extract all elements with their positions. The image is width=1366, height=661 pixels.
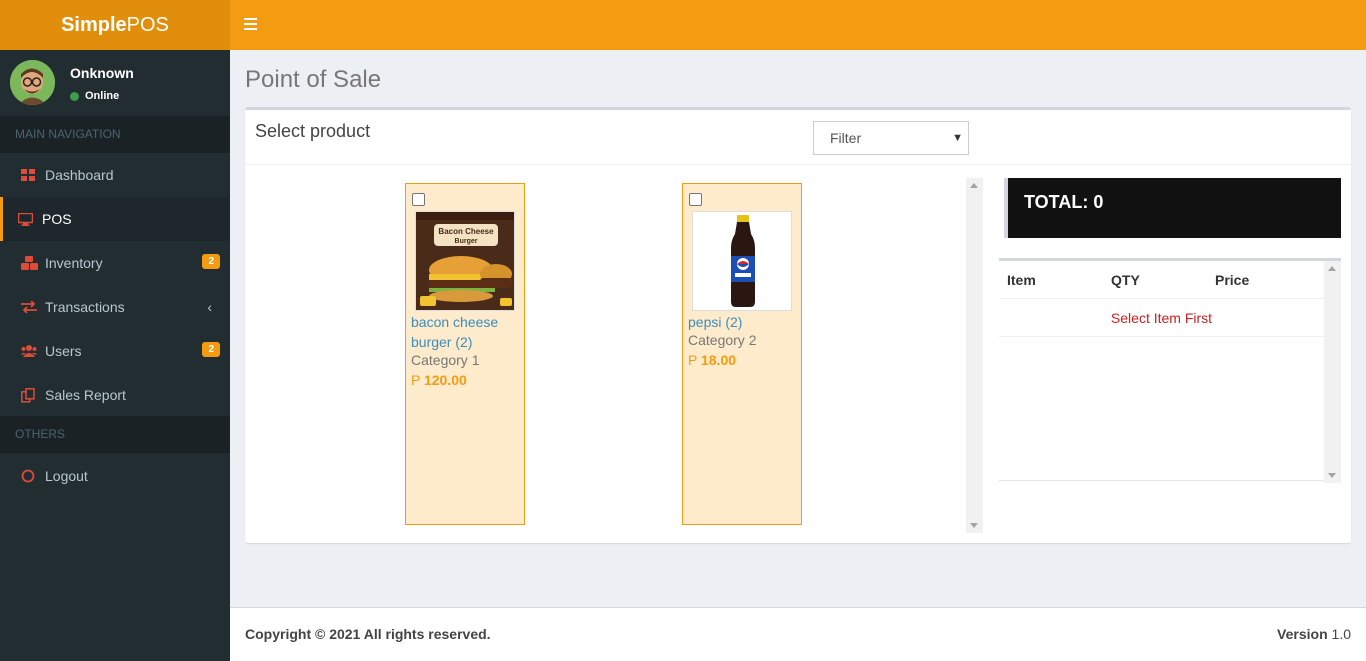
svg-text:Burger: Burger — [455, 238, 478, 245]
sidebar-item-sales-report[interactable]: Sales Report — [0, 373, 230, 417]
cubes-icon — [21, 256, 41, 270]
svg-text:Bacon Cheese: Bacon Cheese — [438, 227, 494, 236]
app-logo[interactable]: SimplePOS — [0, 0, 230, 50]
cart-empty-message: Select Item First — [999, 300, 1324, 337]
scroll-down-icon[interactable] — [1328, 473, 1336, 478]
product-image-burger: Bacon Cheese Burger — [415, 211, 515, 311]
product-card-pepsi[interactable]: pepsi (2) Category 2 P 18.00 — [682, 183, 802, 525]
chevron-left-icon: ‹ — [207, 299, 212, 315]
sidebar-item-pos[interactable]: POS — [0, 197, 230, 241]
product-category: Category 2 — [688, 332, 757, 348]
pos-box: Select product Filter ▼ Bacon Cheese Bur… — [245, 107, 1351, 543]
online-dot-icon — [70, 91, 79, 101]
dashboard-icon — [21, 169, 41, 181]
users-badge: 2 — [202, 342, 220, 357]
sidebar-item-users[interactable]: Users 2 — [0, 329, 230, 373]
sidebar-item-inventory[interactable]: Inventory 2 — [0, 241, 230, 285]
product-price: P 120.00 — [411, 372, 467, 388]
product-checkbox[interactable] — [689, 193, 702, 206]
filter-select[interactable]: Filter ▼ — [813, 121, 969, 155]
page-title: Point of Sale — [245, 66, 382, 93]
column-header-item: Item — [1007, 272, 1036, 288]
monitor-icon — [18, 212, 38, 226]
avatar — [10, 60, 55, 105]
divider — [245, 164, 1351, 165]
exchange-icon — [21, 301, 41, 313]
product-price: P 18.00 — [688, 352, 737, 368]
product-image-pepsi — [692, 211, 792, 311]
sidebar: SimplePOS Onknown Online MAIN NAVIGATION… — [0, 0, 230, 661]
sidebar-toggle-icon[interactable] — [244, 18, 257, 30]
product-list-scrollbar[interactable] — [966, 178, 983, 533]
column-header-qty: QTY — [1111, 272, 1140, 288]
scroll-up-icon[interactable] — [1328, 266, 1336, 271]
product-name[interactable]: bacon cheese burger (2) — [411, 312, 523, 352]
cart-table: Item QTY Price Select Item First — [999, 258, 1341, 483]
cart-scrollbar[interactable] — [1324, 261, 1341, 483]
select-product-title: Select product — [255, 121, 371, 141]
column-header-price: Price — [1215, 272, 1250, 288]
cart-header: Item QTY Price — [999, 261, 1324, 299]
inventory-badge: 2 — [202, 254, 220, 269]
user-name: Onknown — [70, 65, 134, 81]
scroll-up-icon[interactable] — [970, 183, 978, 188]
sidebar-item-dashboard[interactable]: Dashboard — [0, 153, 230, 197]
nav-header-main: MAIN NAVIGATION — [0, 116, 230, 153]
user-status: Online — [70, 90, 119, 102]
product-category: Category 1 — [411, 352, 480, 368]
power-icon — [21, 469, 41, 483]
chevron-down-icon: ▼ — [952, 132, 963, 144]
user-panel: Onknown Online — [0, 50, 230, 116]
scroll-down-icon[interactable] — [970, 523, 978, 528]
nav-header-others: OTHERS — [0, 416, 230, 453]
files-icon — [21, 387, 41, 403]
sidebar-item-logout[interactable]: Logout — [0, 454, 230, 498]
product-name[interactable]: pepsi (2) — [688, 312, 800, 332]
version-text: Version 1.0 — [1277, 626, 1351, 642]
top-navbar — [230, 0, 1366, 50]
footer: Copyright © 2021 All rights reserved. Ve… — [230, 607, 1366, 661]
total-display: TOTAL: 0 — [1004, 178, 1341, 238]
sidebar-item-transactions[interactable]: Transactions ‹ — [0, 285, 230, 329]
product-card-bacon-cheese-burger[interactable]: Bacon Cheese Burger bacon cheese burger … — [405, 183, 525, 525]
product-checkbox[interactable] — [412, 193, 425, 206]
users-icon — [21, 345, 41, 357]
copyright-text: Copyright © 2021 All rights reserved. — [245, 626, 491, 642]
